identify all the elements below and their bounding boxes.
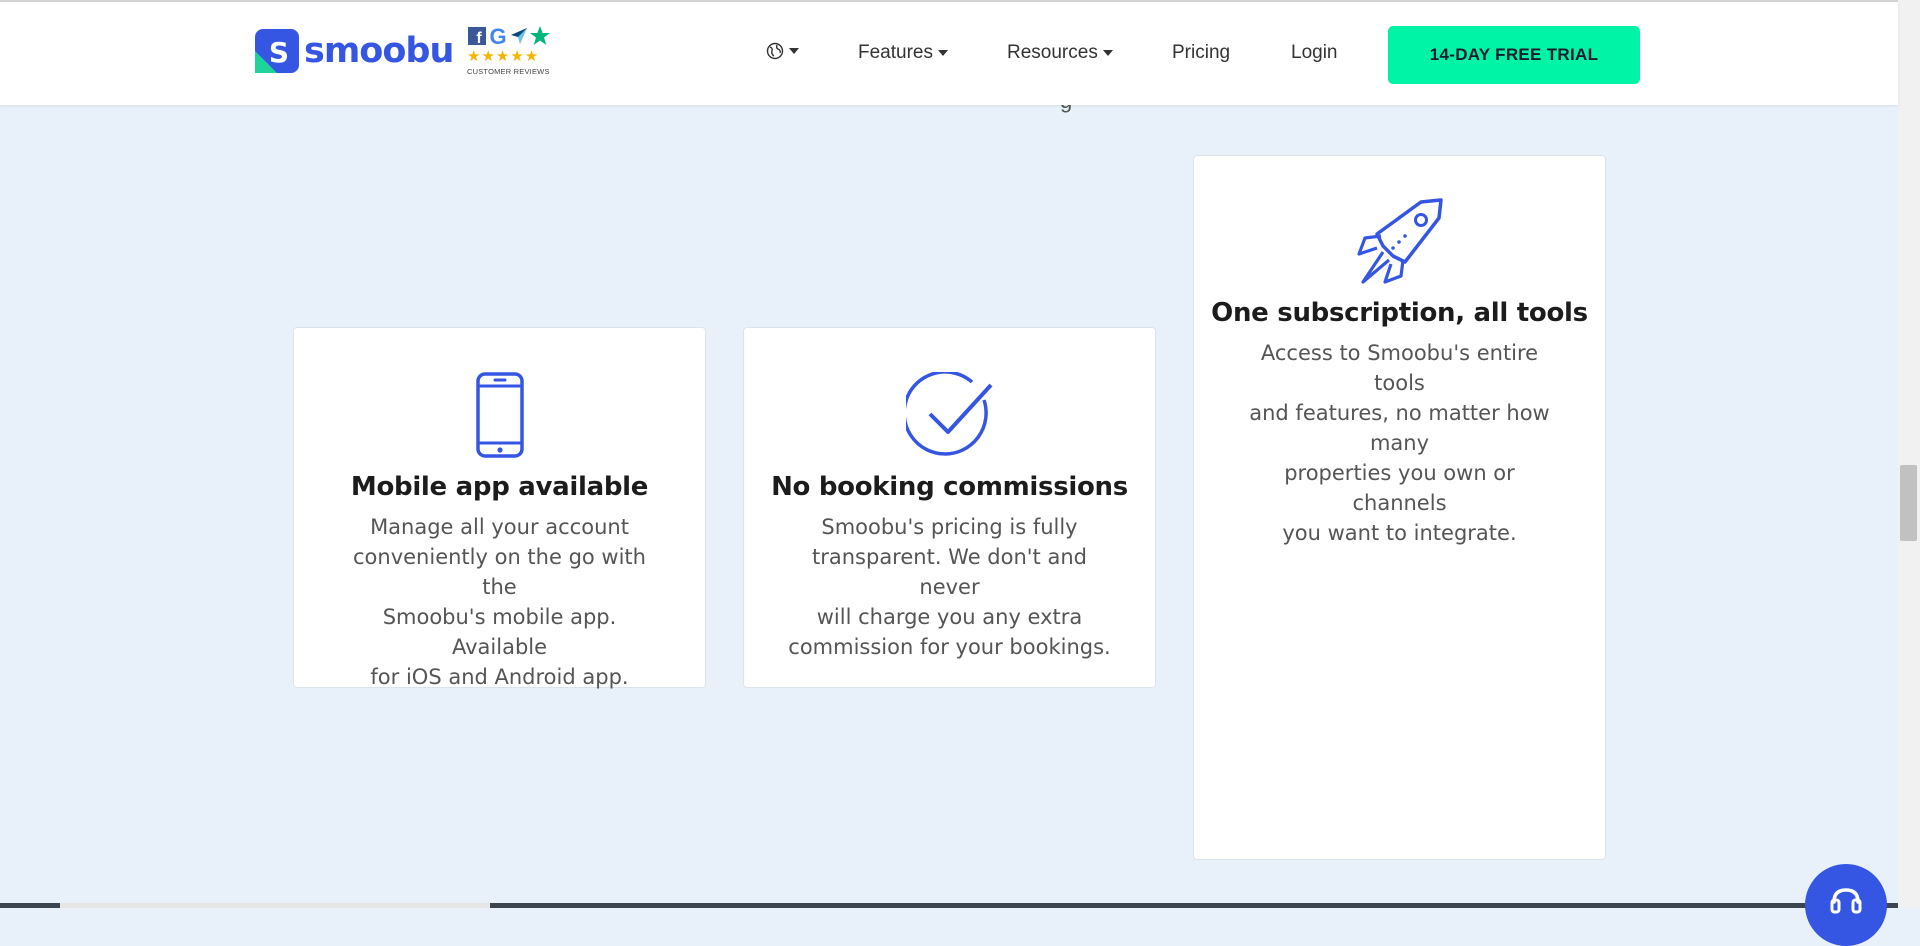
language-selector[interactable] bbox=[766, 42, 799, 60]
feature-card-no-commissions: No booking commissions Smoobu's pricing … bbox=[743, 327, 1156, 688]
reviews-caption: CUSTOMER REVIEWS bbox=[467, 67, 550, 76]
feature-card-mobile-app: Mobile app available Manage all your acc… bbox=[293, 327, 706, 689]
globe-icon bbox=[766, 42, 784, 60]
nav-pricing-label: Pricing bbox=[1172, 42, 1231, 63]
svg-text:G: G bbox=[489, 25, 506, 47]
feature-card-subscription: One subscription, all tools Access to Sm… bbox=[1193, 155, 1606, 860]
card-description: Access to Smoobu's entire tools and feat… bbox=[1249, 341, 1550, 545]
card-description: Smoobu's pricing is fully transparent. W… bbox=[788, 515, 1111, 659]
chevron-down-icon bbox=[1102, 50, 1113, 56]
chat-widget-button[interactable] bbox=[1805, 864, 1887, 946]
page-scrollbar[interactable] bbox=[1898, 0, 1920, 908]
capterra-icon bbox=[511, 28, 527, 44]
facebook-icon: f bbox=[468, 27, 486, 46]
scrollbar-thumb[interactable] bbox=[1900, 465, 1917, 541]
svg-text:f: f bbox=[476, 30, 482, 46]
smoobu-logo[interactable]: S smoobu bbox=[255, 29, 454, 73]
svg-text:S: S bbox=[269, 36, 289, 69]
free-trial-button[interactable]: 14-DAY FREE TRIAL bbox=[1388, 26, 1640, 84]
nav-features-label: Features bbox=[858, 42, 933, 63]
chevron-down-icon bbox=[937, 50, 948, 56]
chat-icon bbox=[1830, 888, 1862, 914]
smartphone-icon bbox=[475, 372, 524, 458]
nav-pricing[interactable]: Pricing bbox=[1172, 42, 1230, 64]
logo-mark-icon: S bbox=[255, 29, 299, 73]
chevron-down-icon bbox=[789, 48, 799, 54]
nav-login[interactable]: Login bbox=[1291, 42, 1338, 64]
trustpilot-icon bbox=[530, 26, 550, 45]
review-stars: ★★★★★ bbox=[467, 47, 540, 65]
customer-reviews-badge[interactable]: f G ★★★★★ CUSTOMER REVIEWS bbox=[467, 25, 557, 85]
google-icon: G bbox=[489, 25, 506, 47]
nav-login-label: Login bbox=[1291, 42, 1338, 63]
rocket-icon bbox=[1356, 198, 1443, 284]
nav-resources[interactable]: Resources bbox=[1007, 42, 1113, 64]
nav-resources-label: Resources bbox=[1007, 42, 1098, 63]
card-title: One subscription, all tools bbox=[1211, 298, 1588, 328]
card-description: Manage all your account conveniently on … bbox=[353, 515, 646, 689]
card-title: No booking commissions bbox=[771, 472, 1128, 502]
nav-features[interactable]: Features bbox=[858, 42, 948, 64]
card-title: Mobile app available bbox=[350, 472, 649, 502]
logo-wordmark: smoobu bbox=[304, 31, 454, 71]
site-header: S smoobu f G ★★★★★ CUSTOMER REVIEWS Feat… bbox=[0, 2, 1898, 105]
checkmark-circle-icon bbox=[905, 372, 992, 456]
footer-edge-light bbox=[60, 903, 490, 908]
